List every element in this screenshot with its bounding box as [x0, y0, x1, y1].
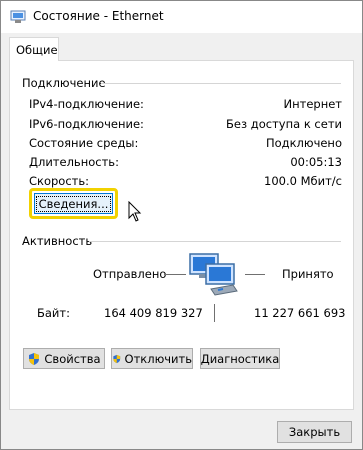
sent-label: Отправлено — [93, 267, 167, 281]
activity-group-title: Активность — [22, 234, 93, 248]
received-bytes-value: 11 227 661 693 — [254, 306, 346, 320]
activity-group-line — [89, 241, 341, 242]
received-line — [245, 274, 265, 275]
sent-line — [164, 274, 186, 275]
tab-label: Общие — [16, 43, 58, 57]
duration-label: Длительность: — [29, 155, 119, 169]
title-bar[interactable]: Состояние - Ethernet — [1, 1, 362, 33]
mouse-pointer-icon — [128, 201, 142, 222]
ipv6-label: IPv6-подключение: — [29, 117, 144, 131]
ipv4-value: Интернет — [283, 97, 343, 111]
close-button-label: Закрыть — [288, 425, 341, 439]
bytes-divider — [214, 304, 215, 322]
connection-group-title: Подключение — [22, 76, 106, 90]
close-button[interactable]: Закрыть — [277, 421, 352, 443]
disable-button[interactable]: Отключить — [111, 348, 193, 369]
bytes-label: Байт: — [37, 306, 70, 320]
details-button-label: Сведения... — [35, 195, 112, 212]
details-button[interactable]: Сведения... — [34, 193, 113, 214]
properties-button[interactable]: Свойства — [23, 348, 105, 369]
ipv6-value: Без доступа к сети — [226, 117, 342, 131]
uac-shield-icon — [113, 354, 121, 363]
network-adapter-icon — [10, 10, 26, 23]
uac-shield-icon — [29, 352, 40, 365]
status-dialog: Состояние - Ethernet Общие Подключение I… — [0, 0, 363, 450]
sent-bytes-value: 164 409 819 327 — [104, 306, 203, 320]
received-label: Принято — [282, 267, 334, 281]
duration-value: 00:05:13 — [290, 155, 342, 169]
media-state-value: Подключено — [265, 136, 342, 150]
ipv4-label: IPv4-подключение: — [29, 97, 144, 111]
window-title: Состояние - Ethernet — [33, 9, 164, 23]
speed-label: Скорость: — [29, 174, 90, 188]
disable-button-label: Отключить — [124, 351, 192, 366]
network-computers-icon — [189, 253, 238, 296]
diagnose-button[interactable]: Диагностика — [200, 348, 280, 369]
speed-value: 100.0 Мбит/с — [264, 174, 342, 188]
diagnose-button-label: Диагностика — [200, 351, 280, 366]
connection-group-line — [101, 83, 341, 84]
media-state-label: Состояние среды: — [29, 136, 139, 150]
properties-button-label: Свойства — [44, 351, 101, 366]
tab-general[interactable]: Общие — [9, 37, 59, 61]
